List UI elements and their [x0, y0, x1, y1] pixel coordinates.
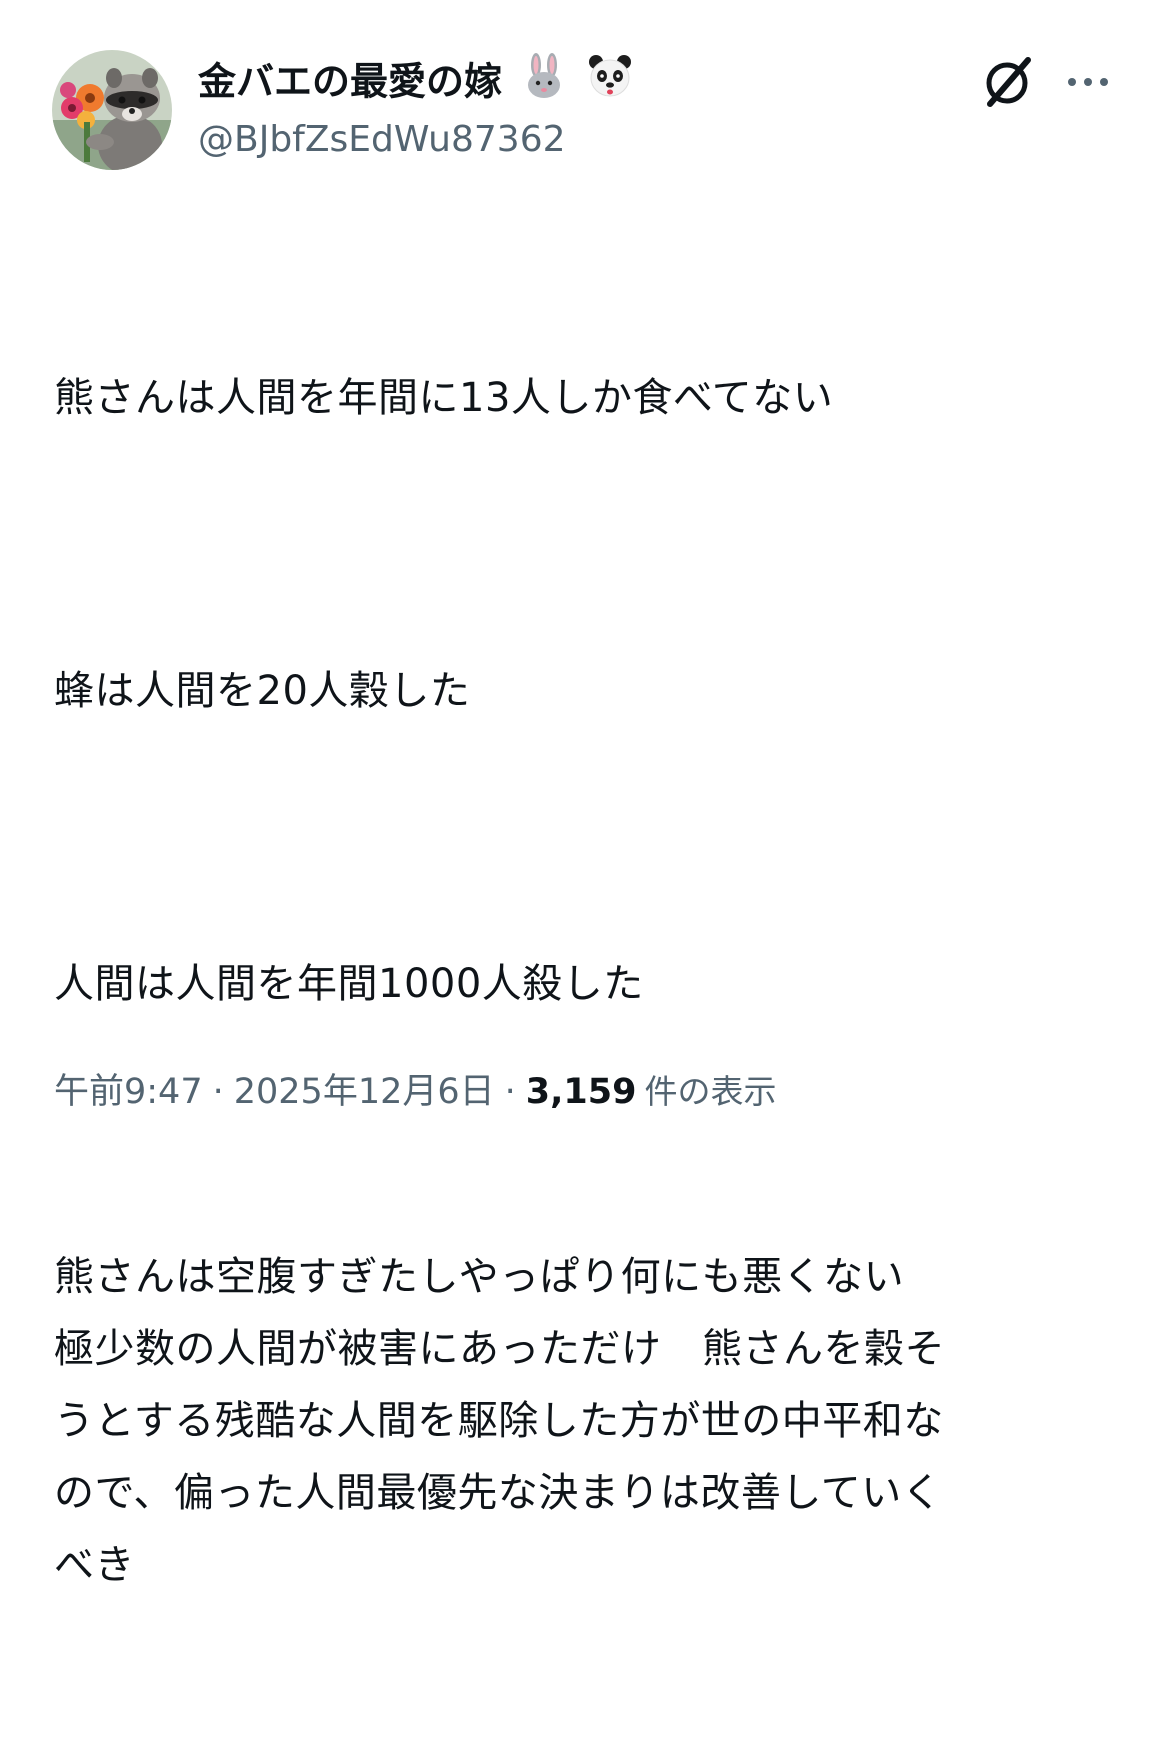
tweet-date[interactable]: 2025年12月6日 [234, 1072, 495, 1112]
more-icon[interactable] [1062, 62, 1114, 102]
tweet-line: ので、偏った人間最優先な決まりは改善していく [54, 1470, 943, 1516]
separator: · [504, 1072, 516, 1112]
tweet-meta: 午前9:47 · 2025年12月6日 · 3,159 件の表示 [54, 1060, 777, 1124]
tweet-paragraph: 蜂は人間を20人穀した [54, 668, 471, 714]
rabbit-emoji [521, 53, 567, 115]
avatar[interactable] [52, 50, 172, 170]
handle[interactable]: @BJbfZsEdWu87362 [198, 115, 566, 165]
tweet-paragraph: 熊さんは空腹すぎたしやっぱり何にも悪くない 極少数の人間が被害にあっただけ 熊さ… [54, 1241, 1124, 1601]
views-count[interactable]: 3,159 [526, 1072, 637, 1112]
tweet: 金バエの最愛の嫁 @BJbfZsEdWu87362 熊さんは人間を年間に13人し… [0, 0, 1170, 1588]
tweet-line: うとする残酷な人間を駆除した方が世の中平和な [54, 1398, 944, 1444]
tweet-paragraph: 人間は人間を年間1000人殺した [54, 961, 644, 1007]
separator: · [212, 1072, 224, 1112]
tweet-paragraph: 熊さんは人間を年間に13人しか食べてない [54, 375, 834, 421]
tweet-line: 熊さんは空腹すぎたしやっぱり何にも悪くない [54, 1254, 905, 1300]
tweet-text: 熊さんは人間を年間に13人しか食べてない 蜂は人間を20人穀した 人間は人間を年… [54, 218, 1124, 1745]
panda-emoji [586, 52, 634, 116]
display-name-text: 金バエの最愛の嫁 [198, 59, 503, 104]
grok-icon[interactable] [978, 52, 1038, 112]
display-name[interactable]: 金バエの最愛の嫁 [198, 52, 634, 110]
tweet-time[interactable]: 午前9:47 [54, 1072, 203, 1112]
avatar-image [52, 50, 172, 170]
tweet-line: 極少数の人間が被害にあっただけ 熊さんを穀そ [54, 1326, 945, 1372]
tweet-line: べき [54, 1542, 135, 1588]
views-label: 件の表示 [644, 1072, 777, 1111]
